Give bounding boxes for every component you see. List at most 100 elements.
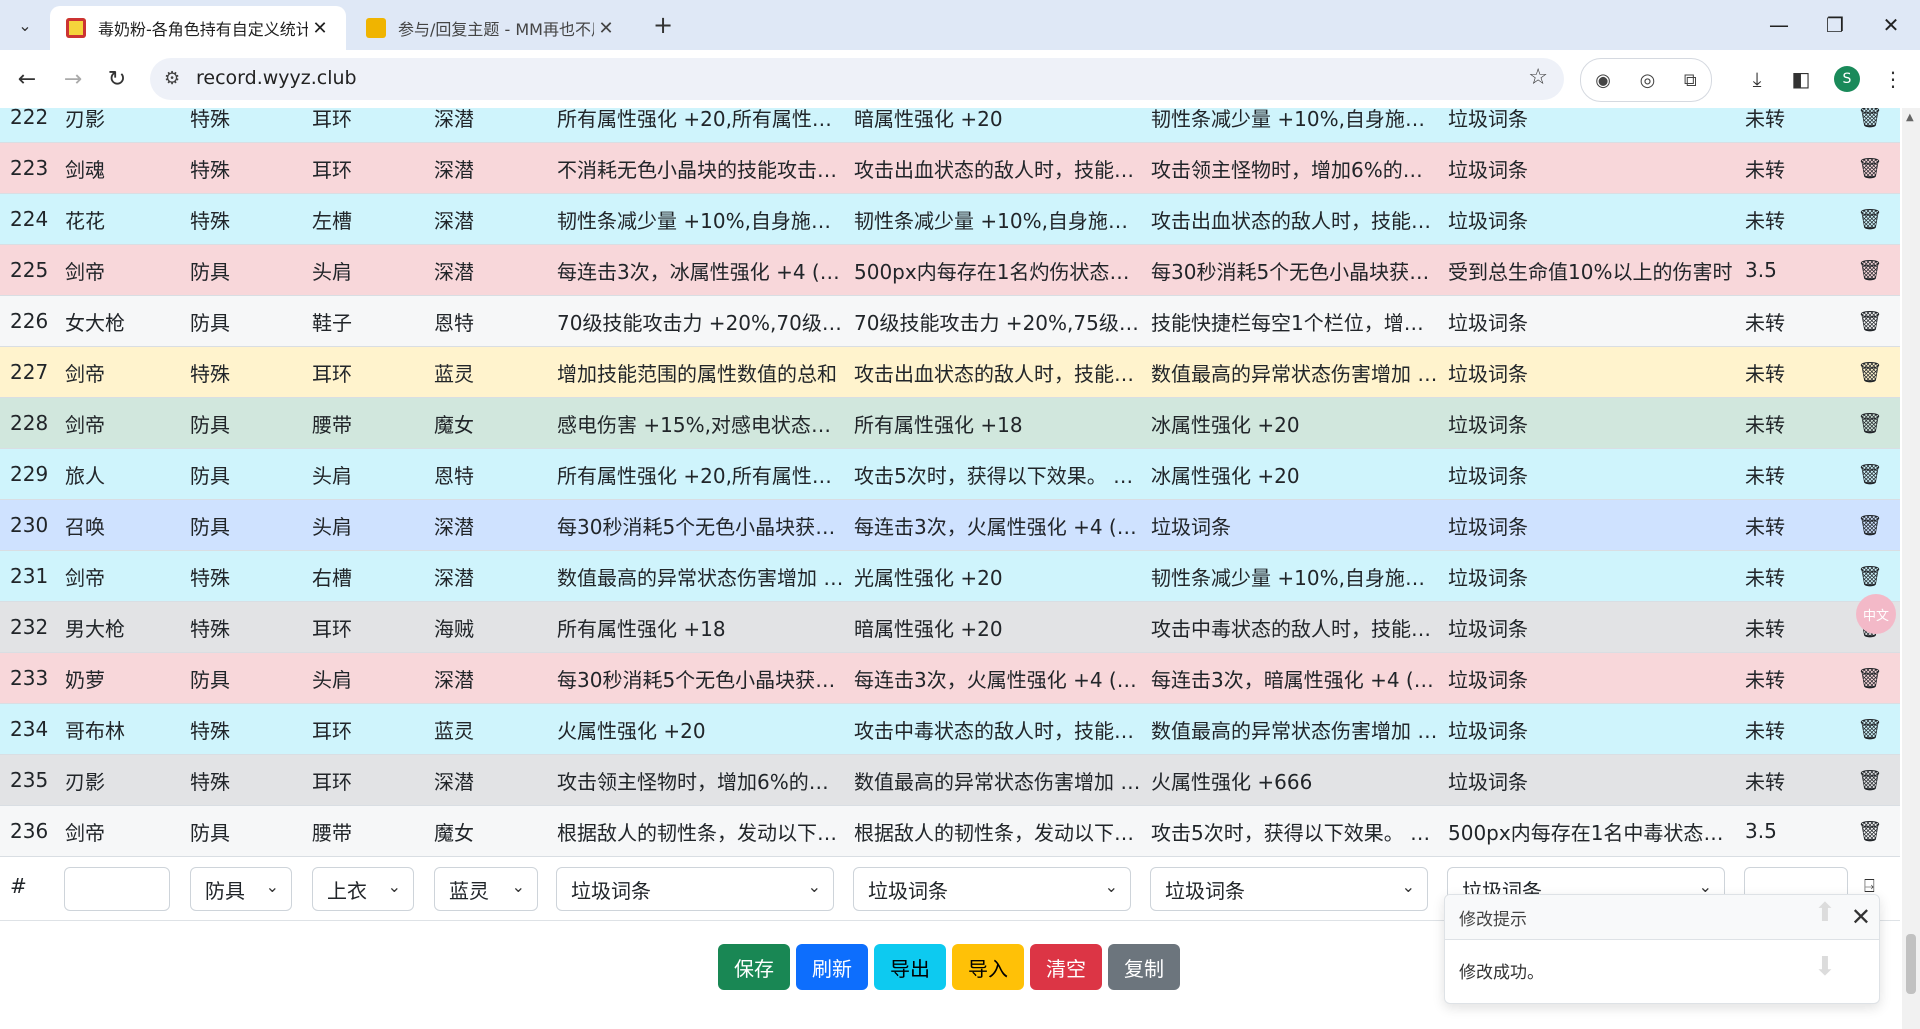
toast-title: 修改提示 bbox=[1459, 909, 1527, 930]
trash-icon[interactable]: 🗑 bbox=[1840, 244, 1900, 296]
table-row[interactable]: 233 奶萝 防具 头肩 深潜 每30秒消耗5个无色小晶块获得增益 每连击3次，火属性强化 … bbox=[0, 652, 1900, 704]
new-tab-button[interactable]: + bbox=[648, 10, 678, 40]
table-row[interactable]: 222刃影特殊耳环深潜所有属性强化 +20,所有属性强化 +20暗属性强化 +2… bbox=[0, 108, 1900, 143]
download-icon[interactable]: ⤓ bbox=[1740, 62, 1774, 96]
cell-status: 未转 bbox=[1735, 295, 1840, 347]
url-text: record.wyyz.club bbox=[196, 67, 357, 89]
table-row[interactable]: 228 剑帝 防具 腰带 魔女 感电伤害 +15%,对感电状态的敌人 所有属性强化 +18 冰… bbox=[0, 397, 1900, 449]
table-row[interactable]: 234哥布林特殊耳环蓝灵火属性强化 +20攻击中毒状态的敌人时，技能攻击力增加数… bbox=[0, 703, 1900, 755]
browser-tab-strip: ⌄ 毒奶粉-各角色持有自定义统计 ✕ 参与/回复主题 - MM再也不用担心我的学… bbox=[0, 0, 1920, 50]
translate-badge[interactable]: 中文 bbox=[1856, 594, 1896, 634]
table-row[interactable]: 232 男大枪 特殊 耳环 海贼 所有属性强化 +18 暗属性强化 +20 攻击中毒状态的敌人… bbox=[0, 601, 1900, 653]
cell-a4: 垃圾词条 bbox=[1438, 499, 1735, 551]
cell-a1: 所有属性强化 +20,所有属性强化 +20 bbox=[547, 108, 844, 143]
cell-role: 花花 bbox=[55, 193, 180, 245]
bookmark-star-icon[interactable]: ☆ bbox=[1528, 65, 1548, 90]
cell-a3: 每连击3次，暗属性强化 +4 (最多叠加) bbox=[1141, 652, 1438, 704]
tab-active[interactable]: 毒奶粉-各角色持有自定义统计 ✕ bbox=[50, 6, 346, 50]
table-row[interactable]: 235刃影特殊耳环深潜攻击领主怪物时，增加6%的技能攻击力数值最高的异常状态伤害… bbox=[0, 754, 1900, 806]
cell-set: 深潜 bbox=[424, 652, 547, 704]
window-close-icon[interactable]: ✕ bbox=[1862, 0, 1920, 50]
close-icon[interactable]: ✕ bbox=[1851, 903, 1871, 931]
cell-type: 防具 bbox=[180, 499, 302, 551]
table-row[interactable]: 229旅人防具头肩恩特所有属性强化 +20,所有属性强化 +20攻击5次时，获得… bbox=[0, 448, 1900, 500]
trash-icon[interactable]: 🗑 bbox=[1840, 346, 1900, 398]
side-panel-icon[interactable]: ◧ bbox=[1784, 62, 1818, 96]
forward-icon[interactable]: → bbox=[56, 62, 90, 96]
table-row[interactable]: 224花花特殊左槽深潜韧性条减少量 +10%,自身施放的控制技能韧性条减少量 +… bbox=[0, 193, 1900, 245]
restore-icon[interactable]: ❐ bbox=[1806, 0, 1864, 50]
avatar[interactable]: S bbox=[1834, 66, 1860, 92]
cell-a2: 根据敌人的韧性条，发动以下效果 bbox=[844, 805, 1141, 857]
trash-icon[interactable]: 🗑 bbox=[1840, 142, 1900, 194]
cell-a4: 500px内每存在1名中毒状态的敌人 bbox=[1438, 805, 1735, 857]
table-row[interactable]: 227剑帝特殊耳环蓝灵增加技能范围的属性数值的总和攻击出血状态的敌人时，技能攻击… bbox=[0, 346, 1900, 398]
clear-button[interactable]: 清空 bbox=[1030, 944, 1102, 990]
type-select[interactable]: 防具 ⌄ bbox=[190, 867, 292, 911]
cell-a2: 每连击3次，火属性强化 +4 (最多叠加) bbox=[844, 499, 1141, 551]
import-button[interactable]: 导入 bbox=[952, 944, 1024, 990]
cell-set: 魔女 bbox=[424, 397, 547, 449]
trash-icon[interactable]: 🗑 bbox=[1840, 448, 1900, 500]
cell-a2: 光属性强化 +20 bbox=[844, 550, 1141, 602]
refresh-button[interactable]: 刷新 bbox=[796, 944, 868, 990]
site-info-icon[interactable]: ⚙ bbox=[164, 68, 180, 89]
scroll-up-arrow-icon[interactable]: ▲ bbox=[1906, 112, 1914, 123]
menu-kebab-icon[interactable]: ⋮ bbox=[1876, 62, 1910, 96]
export-button[interactable]: 导出 bbox=[874, 944, 946, 990]
puzzle-extensions-icon[interactable]: ⧉ bbox=[1684, 70, 1697, 91]
table-row[interactable]: 236 剑帝 防具 腰带 魔女 根据敌人的韧性条，发动以下效果 根据敌人的韧性条，发动以下效… bbox=[0, 805, 1900, 857]
role-input[interactable] bbox=[64, 867, 170, 911]
reload-icon[interactable]: ↻ bbox=[100, 62, 134, 96]
cell-id: 235 bbox=[0, 754, 55, 806]
cell-slot: 头肩 bbox=[302, 448, 424, 500]
table-row[interactable]: 231剑帝特殊右槽深潜数值最高的异常状态伤害增加 +10%光属性强化 +20韧性… bbox=[0, 550, 1900, 602]
back-icon[interactable]: ← bbox=[10, 62, 44, 96]
cell-status: 未转 bbox=[1735, 193, 1840, 245]
set-select[interactable]: 蓝灵 ⌄ bbox=[434, 867, 538, 911]
trash-icon[interactable]: 🗑 bbox=[1840, 397, 1900, 449]
trash-icon[interactable]: 🗑 bbox=[1840, 193, 1900, 245]
trash-icon[interactable]: 🗑 bbox=[1840, 652, 1900, 704]
affix2-select[interactable]: 垃圾词条 ⌄ bbox=[853, 867, 1131, 911]
tab-close-icon[interactable]: ✕ bbox=[308, 18, 332, 39]
cell-a3: 韧性条减少量 +10%,自身施放的控制技能 bbox=[1141, 550, 1438, 602]
cell-id: 231 bbox=[0, 550, 55, 602]
slot-select[interactable]: 上衣 ⌄ bbox=[312, 867, 414, 911]
table-row[interactable]: 226女大枪防具鞋子恩特70级技能攻击力 +20%,70级技能冷却70级技能攻击… bbox=[0, 295, 1900, 347]
slot-select-value: 上衣 bbox=[327, 878, 367, 903]
cell-type: 特殊 bbox=[180, 754, 302, 806]
affix1-select[interactable]: 垃圾词条 ⌄ bbox=[556, 867, 834, 911]
minimize-icon[interactable]: — bbox=[1750, 0, 1808, 50]
trash-icon[interactable]: 🗑 bbox=[1840, 108, 1900, 143]
address-bar[interactable]: ⚙ record.wyyz.club ☆ bbox=[150, 58, 1564, 100]
copy-button[interactable]: 复制 bbox=[1108, 944, 1180, 990]
save-button[interactable]: 保存 bbox=[718, 944, 790, 990]
chevron-down-icon: ⌄ bbox=[1104, 877, 1118, 896]
trash-icon[interactable]: 🗑 bbox=[1840, 703, 1900, 755]
table-row[interactable]: 230 召唤 防具 头肩 深潜 每30秒消耗5个无色小晶块获得增益 每连击3次，火属性强化 … bbox=[0, 499, 1900, 551]
scroll-thumb[interactable] bbox=[1906, 934, 1916, 994]
cell-set: 深潜 bbox=[424, 244, 547, 296]
cell-a2: 攻击5次时，获得以下效果。 攻击力 bbox=[844, 448, 1141, 500]
table-row[interactable]: 223剑魂特殊耳环深潜不消耗无色小晶块的技能攻击力增加攻击出血状态的敌人时，技能… bbox=[0, 142, 1900, 194]
cell-id: 224 bbox=[0, 193, 55, 245]
affix3-select[interactable]: 垃圾词条 ⌄ bbox=[1150, 867, 1428, 911]
record-extension-icon[interactable]: ◎ bbox=[1640, 70, 1656, 91]
page-content: 222刃影特殊耳环深潜所有属性强化 +20,所有属性强化 +20暗属性强化 +2… bbox=[0, 108, 1902, 1029]
cell-a4: 垃圾词条 bbox=[1438, 601, 1735, 653]
trash-icon[interactable]: 🗑 bbox=[1840, 499, 1900, 551]
trash-icon[interactable]: 🗑 bbox=[1840, 754, 1900, 806]
trash-icon[interactable]: 🗑 bbox=[1840, 805, 1900, 857]
table-row[interactable]: 225剑帝防具头肩深潜每连击3次，冰属性强化 +4 (最多叠加)500px内每存… bbox=[0, 244, 1900, 296]
tab-close-icon[interactable]: ✕ bbox=[594, 18, 618, 39]
scroll-top-arrow-icon[interactable]: ⬆ bbox=[1814, 898, 1836, 928]
site-favicon-icon bbox=[66, 18, 86, 38]
scroll-bottom-arrow-icon[interactable]: ⬇ bbox=[1814, 952, 1836, 982]
tab-search-chevron-icon[interactable]: ⌄ bbox=[8, 8, 42, 42]
trash-icon[interactable]: 🗑 bbox=[1840, 295, 1900, 347]
page-scrollbar[interactable]: ▲ bbox=[1902, 108, 1920, 1029]
password-manager-icon[interactable]: ◉ bbox=[1595, 70, 1611, 91]
tab-inactive[interactable]: 参与/回复主题 - MM再也不用担心我的学习 ✕ bbox=[350, 6, 632, 50]
cell-a1: 韧性条减少量 +10%,自身施放的控制技能 bbox=[547, 193, 844, 245]
